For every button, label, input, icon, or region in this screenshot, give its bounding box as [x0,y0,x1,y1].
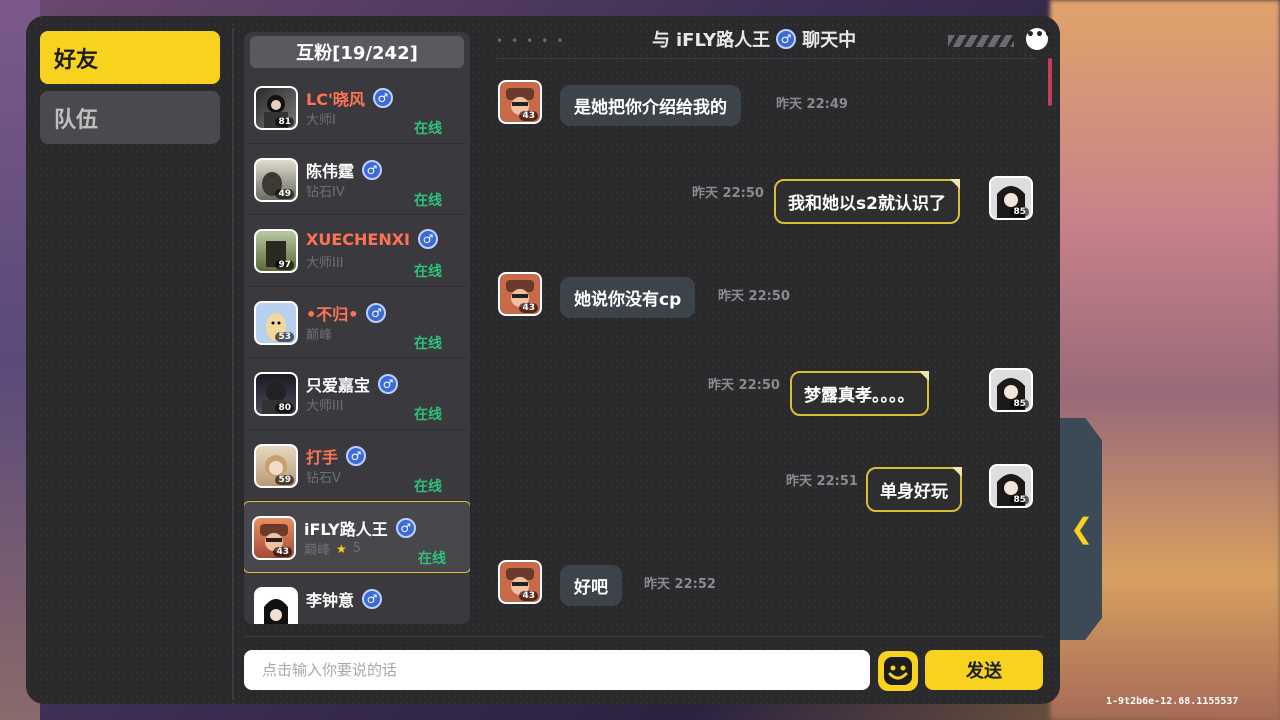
online-status: 在线 [414,264,442,280]
friend-name: 陈伟霆 ♂ [306,158,383,182]
level-badge: 97 [275,260,294,270]
message-time: 昨天 22:50 [718,289,790,304]
online-status: 在线 [414,121,442,137]
chat-header: ••••• 与 iFLY路人王 ♂ 聊天中 ••• [496,20,1056,52]
message-bubble: 梦露真孝。。。。 [790,371,929,416]
avatar[interactable]: 85 [989,464,1033,508]
male-icon: ♂ [366,302,387,323]
message-bubble: 好吧 [560,565,622,606]
friend-rank: 大师III [306,256,344,271]
male-icon: ♂ [346,445,367,466]
level-badge: 43 [519,591,538,601]
level-badge: 59 [275,474,294,485]
avatar: 59 [254,443,298,488]
avatar: 49 [254,157,298,202]
avatar [254,586,298,624]
level-badge: 85 [1010,207,1029,217]
message-time: 昨天 22:50 [692,186,764,201]
avatar: 81 [254,86,298,130]
level-badge: 43 [519,111,538,121]
male-icon: ♂ [362,159,383,180]
smiley-icon[interactable] [878,651,918,691]
input-divider [244,636,1044,637]
male-icon: ♂ [418,229,438,249]
level-badge: 81 [275,117,294,127]
chat-input[interactable] [244,650,870,690]
send-button[interactable]: 发送 [925,650,1043,690]
male-icon: ♂ [378,374,399,394]
friend-rank: 大师I [306,113,336,128]
level-badge: 53 [275,331,294,342]
male-icon: ♂ [395,518,416,538]
level-badge: 43 [519,303,538,313]
friend-item[interactable]: 59 打手 ♂ 钻石V 在线 [248,430,466,501]
message-bubble: 是她把你介绍给我的 [560,85,741,126]
tab-team[interactable]: 队伍 [40,91,220,144]
level-badge: 43 [273,547,292,557]
level-badge: 49 [275,188,294,199]
friend-list[interactable]: 互粉[19/242] 81 LC'晓风 ♂ 大师I 在线 49 陈伟霆 ♂ 钻石IV… [244,32,470,624]
more-icon[interactable]: ••• [1026,28,1053,50]
friend-item[interactable]: 49 陈伟霆 ♂ 钻石IV 在线 [248,144,466,215]
friend-item[interactable]: 80 只爱嘉宝 ♂ 大师III 在线 [248,358,466,430]
decor-dots: ••••• [496,34,572,48]
header-divider [496,58,1036,59]
friend-name: 李钟意 ♂ [306,587,383,611]
avatar[interactable]: 85 [989,368,1033,412]
avatar: 80 [254,372,298,416]
avatar: 53 [254,300,298,345]
friend-list-header: 互粉[19/242] [250,36,464,68]
level-badge: 80 [275,403,294,413]
male-icon: ♂ [776,29,797,49]
chevron-left-icon[interactable]: ❮ [1070,512,1093,545]
friend-item[interactable]: 81 LC'晓风 ♂ 大师I 在线 [248,72,466,144]
tab-friends[interactable]: 好友 [40,31,220,84]
friend-item[interactable]: 97 XUECHENXI ♂ 大师III 在线 [248,215,466,287]
message-bubble: 单身好玩 [866,467,962,512]
message-time: 昨天 22:52 [644,577,716,592]
message-time: 昨天 22:49 [776,97,848,112]
message-bubble: 我和她以s2就认识了 [774,179,960,224]
version-label: 1-9t2b6e-12.68.1155537 [1106,696,1239,707]
online-status: 在线 [414,478,442,495]
friend-rank: 钻石IV [306,184,345,200]
avatar[interactable]: 43 [498,272,542,316]
chat-title: 与 iFLY路人王 ♂ 聊天中 [652,29,857,51]
friend-rank: 巅峰 [306,327,333,343]
friend-name: XUECHENXI ♂ [306,229,438,249]
avatar: 97 [254,229,298,273]
level-badge: 85 [1010,495,1029,505]
friend-name: 只爱嘉宝 ♂ [306,372,399,396]
friend-item[interactable]: 李钟意 ♂ [248,573,466,624]
star-icon: ★ [336,541,347,556]
message-time: 昨天 22:50 [708,378,780,393]
online-status: 在线 [418,551,446,567]
avatar[interactable]: 43 [498,560,542,604]
avatar[interactable]: 43 [498,80,542,124]
friend-rank: 钻石V [306,470,341,486]
male-icon: ♂ [362,588,383,609]
social-panel: 好友 队伍 互粉[19/242] 81 LC'晓风 ♂ 大师I 在线 49 陈伟霆… [26,16,1060,704]
divider [232,28,234,700]
avatar: 43 [252,516,296,560]
friend-rank: 大师III [306,399,344,414]
friend-item-selected[interactable]: 43 iFLY路人王 ♂ 巅峰 ★ 5 在线 [244,501,470,573]
online-status: 在线 [414,335,442,352]
friend-name: •不归• ♂ [306,301,387,325]
online-status: 在线 [414,407,442,423]
decor-stripes [948,35,1014,47]
friend-rank: 巅峰 ★ 5 [304,541,362,558]
scrollbar[interactable] [1048,58,1052,106]
friend-name: LC'晓风 ♂ [306,86,393,110]
friend-name: iFLY路人王 ♂ [304,516,416,540]
friend-item[interactable]: 53 •不归• ♂ 巅峰 在线 [248,287,466,358]
friend-name: 打手 ♂ [306,444,367,468]
message-bubble: 她说你没有cp [560,277,696,318]
message-time: 昨天 22:51 [786,474,858,489]
online-status: 在线 [414,192,442,209]
level-badge: 85 [1010,399,1029,409]
avatar[interactable]: 85 [989,176,1033,220]
male-icon: ♂ [372,88,393,108]
